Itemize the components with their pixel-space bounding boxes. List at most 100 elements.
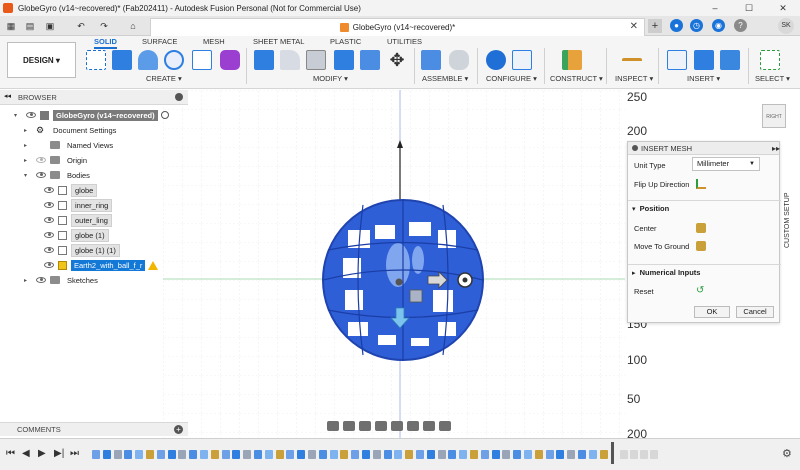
plane-move-handle[interactable] (409, 289, 423, 303)
timeline-feature-icon[interactable] (650, 450, 658, 459)
new-tab-button[interactable]: + (648, 19, 662, 33)
timeline-feature-icon[interactable] (275, 450, 284, 459)
timeline-feature-icon[interactable] (491, 450, 500, 459)
timeline-feature-icon[interactable] (588, 450, 597, 459)
tree-mesh-body-row[interactable]: Earth2_with_ball_f_r (40, 258, 159, 272)
tree-body-row[interactable]: globe (1) (1) (40, 243, 120, 257)
visibility-eye-icon[interactable] (44, 187, 54, 193)
create-group-label[interactable]: CREATE ▾ (146, 74, 182, 83)
go-to-end-icon[interactable]: ⏭ (70, 448, 79, 459)
viewport-graphics[interactable] (163, 90, 625, 438)
visibility-eye-icon[interactable] (44, 217, 54, 223)
maximize-button[interactable]: ☐ (732, 0, 766, 16)
numerical-inputs-section[interactable]: ▸ Numerical Inputs (628, 264, 781, 282)
assemble-group-label[interactable]: ASSEMBLE ▾ (422, 74, 468, 83)
display-settings-icon[interactable] (407, 421, 419, 431)
tree-body-row[interactable]: globe (1) (40, 228, 109, 242)
collapse-section-icon[interactable]: ▾ (632, 206, 636, 213)
timeline-feature-icon[interactable] (513, 450, 522, 459)
timeline-feature-icon[interactable] (318, 450, 327, 459)
timeline-feature-icon[interactable] (502, 450, 511, 459)
visibility-eye-icon[interactable] (44, 202, 54, 208)
expand-panel-icon[interactable]: ▸▸ (772, 144, 780, 153)
timeline-marker[interactable] (611, 442, 614, 464)
reset-icon[interactable]: ↺ (696, 286, 706, 296)
timeline-feature-icon[interactable] (135, 450, 144, 459)
visibility-eye-icon[interactable] (44, 232, 54, 238)
new-component-icon[interactable] (421, 50, 441, 70)
orbit-icon[interactable] (327, 421, 339, 431)
expand-icon[interactable]: ▾ (14, 112, 22, 119)
timeline-feature-icon[interactable] (599, 450, 608, 459)
flip-up-direction-icon[interactable] (696, 179, 706, 189)
tree-item-bodies[interactable]: ▾ Bodies (24, 168, 93, 182)
timeline-feature-icon[interactable] (124, 450, 133, 459)
timeline-feature-icon[interactable] (178, 450, 187, 459)
job-status-icon[interactable]: ◷ (690, 19, 703, 32)
redo-icon[interactable]: ↷ (98, 20, 110, 32)
visibility-eye-icon[interactable] (26, 112, 36, 118)
rectangular-pattern-icon[interactable] (192, 50, 212, 70)
timeline-feature-icon[interactable] (394, 450, 403, 459)
inspect-group-label[interactable]: INSPECT ▾ (615, 74, 653, 83)
custom-setup-tab[interactable]: CUSTOM SETUP (784, 190, 798, 250)
timeline-feature-icon[interactable] (286, 450, 295, 459)
insert-mesh-icon[interactable] (694, 50, 714, 70)
step-forward-icon[interactable]: ▶| (54, 448, 64, 459)
pan-icon[interactable] (359, 421, 371, 431)
timeline-feature-icon[interactable] (578, 450, 586, 459)
offset-plane-icon[interactable] (562, 50, 582, 70)
tree-body-row[interactable]: outer_ling (40, 213, 112, 227)
tab-surface[interactable]: SURFACE (142, 37, 177, 46)
tree-root[interactable]: ▾ GlobeGyro (v14~recovered) (14, 108, 169, 122)
timeline-feature-icon[interactable] (426, 450, 435, 459)
home-icon[interactable]: ⌂ (127, 20, 139, 32)
timeline-feature-icon[interactable] (372, 450, 381, 459)
close-tab-icon[interactable]: ✕ (630, 21, 638, 32)
timeline-feature-icon[interactable] (156, 450, 165, 459)
close-button[interactable]: ✕ (766, 0, 800, 16)
select-group-label[interactable]: SELECT ▾ (755, 74, 790, 83)
notifications-icon[interactable]: ◉ (712, 19, 725, 32)
fillet-icon[interactable] (280, 50, 300, 70)
ok-button[interactable]: OK (694, 306, 730, 318)
timeline-feature-icon[interactable] (102, 450, 111, 459)
expand-icon[interactable]: ▸ (24, 142, 32, 149)
file-menu-icon[interactable]: ▤ (24, 20, 36, 32)
insert-image-icon[interactable] (720, 50, 740, 70)
help-icon[interactable]: ? (734, 19, 747, 32)
joint-icon[interactable] (449, 50, 469, 70)
timeline-feature-icon[interactable] (405, 450, 414, 459)
create-sketch-icon[interactable] (86, 50, 106, 70)
timeline-feature-icon[interactable] (534, 450, 543, 459)
undo-icon[interactable]: ↶ (75, 20, 87, 32)
tree-item-document-settings[interactable]: ▸ ⚙ Document Settings (24, 123, 119, 137)
step-back-icon[interactable]: ◀ (22, 448, 30, 459)
measure-icon[interactable] (622, 58, 642, 64)
timeline-feature-icon[interactable] (362, 450, 370, 459)
tab-solid[interactable]: SOLID (94, 37, 117, 49)
timeline-feature-icon[interactable] (167, 450, 176, 459)
move-to-ground-icon[interactable] (696, 241, 706, 251)
timeline-feature-icon[interactable] (329, 450, 338, 459)
timeline-feature-icon[interactable] (437, 450, 446, 459)
collapse-browser-icon[interactable]: ◂◂ (4, 92, 11, 100)
zoom-window-icon[interactable] (391, 421, 403, 431)
modify-group-label[interactable]: MODIFY ▾ (313, 74, 348, 83)
timeline-feature-icon[interactable] (630, 450, 638, 459)
timeline-feature-icon[interactable] (545, 450, 554, 459)
visibility-eye-icon[interactable] (44, 262, 54, 268)
cancel-button[interactable]: Cancel (736, 306, 774, 318)
timeline-feature-icon[interactable] (480, 450, 489, 459)
timeline-feature-icon[interactable] (189, 450, 198, 459)
tab-mesh[interactable]: MESH (203, 37, 225, 46)
expand-icon[interactable]: ▸ (24, 127, 32, 134)
create-form-icon[interactable] (220, 50, 240, 70)
hole-icon[interactable] (164, 50, 184, 70)
save-icon[interactable]: ▣ (44, 20, 56, 32)
timeline-feature-icon[interactable] (113, 450, 122, 459)
tree-body-row[interactable]: inner_ring (40, 198, 113, 212)
viewports-icon[interactable] (439, 421, 451, 431)
visibility-eye-icon[interactable] (44, 247, 54, 253)
visibility-eye-icon[interactable] (36, 277, 46, 283)
